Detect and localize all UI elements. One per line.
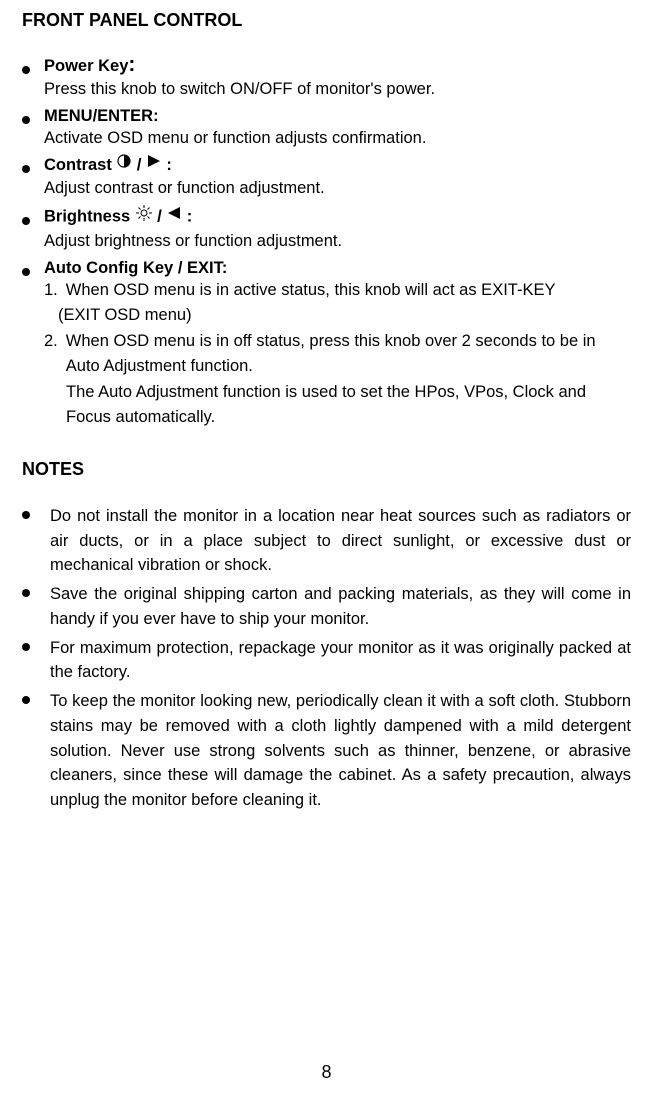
auto-body: 1. When OSD menu is in active status, th… [44, 278, 631, 431]
brightness-title: Brightness [44, 208, 130, 226]
bullet-icon [22, 165, 30, 173]
item-contrast: Contrast / : Adjust contrast or function… [22, 155, 631, 202]
note-item: To keep the monitor looking new, periodi… [22, 689, 631, 813]
right-triangle-icon [146, 154, 162, 173]
auto-text-1a: When OSD menu is in active status, this … [66, 278, 631, 304]
slash: / [137, 155, 142, 174]
bullet-icon [22, 511, 30, 519]
contrast-body: Adjust contrast or function adjustment. [44, 176, 631, 202]
bullet-icon [22, 643, 30, 651]
auto-text-2: When OSD menu is in off status, press th… [66, 329, 631, 380]
item-auto: Auto Config Key / EXIT: 1. When OSD menu… [22, 259, 631, 431]
note-text: To keep the monitor looking new, periodi… [50, 689, 631, 813]
note-text: For maximum protection, repackage your m… [50, 636, 631, 686]
bullet-icon [22, 217, 30, 225]
power-title: Power Key [44, 57, 128, 75]
brightness-body: Adjust brightness or function adjustment… [44, 229, 631, 255]
front-panel-list: Power Key: Press this knob to switch ON/… [22, 53, 631, 431]
colon: : [187, 208, 193, 226]
section-title: FRONT PANEL CONTROL [22, 10, 631, 31]
left-triangle-icon [166, 206, 182, 225]
bullet-icon [22, 589, 30, 597]
note-text: Save the original shipping carton and pa… [50, 582, 631, 632]
menu-body: Activate OSD menu or function adjusts co… [44, 126, 631, 152]
colon: : [128, 53, 135, 76]
bullet-icon [22, 696, 30, 704]
list-number: 2. [44, 329, 58, 380]
notes-title: NOTES [22, 459, 631, 480]
auto-text-1b: (EXIT OSD menu) [58, 303, 631, 329]
power-body: Press this knob to switch ON/OFF of moni… [44, 77, 631, 103]
list-number: 1. [44, 278, 58, 304]
auto-text-3: The Auto Adjustment function is used to … [66, 380, 631, 431]
note-text: Do not install the monitor in a location… [50, 504, 631, 578]
brightness-icon [135, 204, 153, 227]
item-menu: MENU/ENTER: Activate OSD menu or functio… [22, 107, 631, 152]
note-item: For maximum protection, repackage your m… [22, 636, 631, 686]
bullet-icon [22, 66, 30, 74]
auto-title: Auto Config Key / EXIT: [44, 259, 227, 278]
bullet-icon [22, 268, 30, 276]
item-power: Power Key: Press this knob to switch ON/… [22, 53, 631, 103]
slash: / [157, 207, 162, 226]
item-brightness: Brightness [22, 206, 631, 255]
notes-list: Do not install the monitor in a location… [22, 504, 631, 813]
note-item: Do not install the monitor in a location… [22, 504, 631, 578]
contrast-title: Contrast [44, 156, 112, 174]
colon: : [166, 156, 172, 174]
bullet-icon [22, 116, 30, 124]
contrast-icon [116, 153, 132, 174]
page-number: 8 [0, 1062, 653, 1083]
menu-title: MENU/ENTER: [44, 107, 159, 126]
note-item: Save the original shipping carton and pa… [22, 582, 631, 632]
